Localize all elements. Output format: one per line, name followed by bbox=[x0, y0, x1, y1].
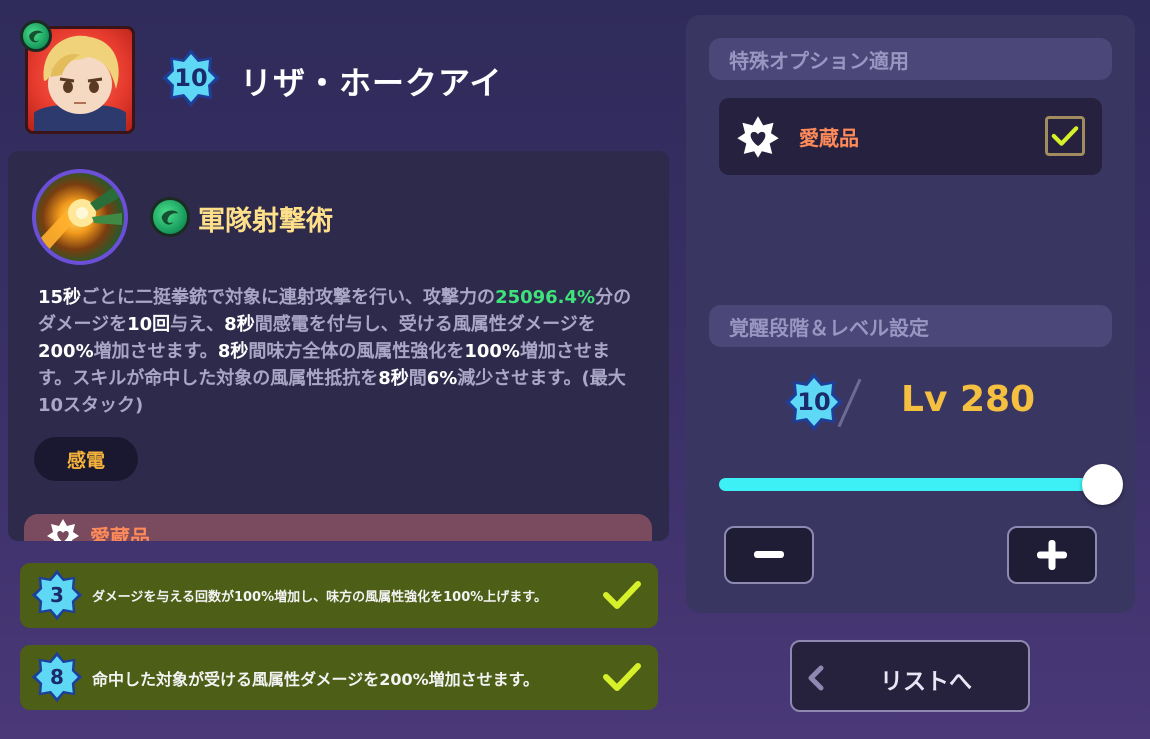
treasure-option-row[interactable]: 愛蔵品 bbox=[719, 98, 1102, 175]
bonus-text: 命中した対象が受ける風属性ダメージを200%増加させます。 bbox=[92, 669, 540, 689]
awaken-stage-badge[interactable]: 10 bbox=[783, 371, 845, 433]
character-name: リザ・ホークアイ bbox=[240, 64, 503, 102]
bonus-row: 8 命中した対象が受ける風属性ダメージを200%増加させます。 bbox=[20, 645, 658, 710]
bonus-row: 3 ダメージを与える回数が100%増加し、味方の風属性強化を100%上げます。 bbox=[20, 563, 658, 628]
status-tag[interactable]: 感電 bbox=[34, 437, 138, 481]
skill-icon[interactable] bbox=[32, 169, 128, 265]
settings-panel: 特殊オプション適用 愛蔵品 覚醒段階＆レベル設定 10 Lv 280 bbox=[686, 15, 1135, 613]
check-icon bbox=[602, 661, 642, 697]
bonus-text: ダメージを与える回数が100%増加し、味方の風属性強化を100%上げます。 bbox=[92, 590, 547, 605]
minus-icon bbox=[754, 551, 784, 558]
level-slider-track[interactable] bbox=[719, 478, 1102, 491]
chevron-left-icon bbox=[806, 664, 826, 696]
heart-star-icon bbox=[736, 115, 780, 163]
increase-level-button[interactable] bbox=[1007, 526, 1097, 584]
awaken-3-badge: 3 bbox=[30, 568, 84, 622]
wind-element-icon bbox=[20, 20, 52, 52]
treasure-section: 愛蔵品 bbox=[24, 514, 652, 541]
awaken-level-header: 覚醒段階＆レベル設定 bbox=[709, 305, 1112, 347]
awaken-8-badge: 8 bbox=[30, 650, 84, 704]
special-option-header: 特殊オプション適用 bbox=[709, 38, 1112, 80]
level-readout: Lv 280 bbox=[901, 379, 1036, 420]
treasure-checkbox[interactable] bbox=[1045, 116, 1085, 156]
back-to-list-label: リストへ bbox=[880, 669, 972, 695]
check-icon bbox=[602, 579, 642, 615]
skill-name: 軍隊射撃術 bbox=[198, 206, 333, 237]
skill-panel: 軍隊射撃術 15秒ごとに二挺拳銃で対象に連射攻撃を行い、攻撃力の25096.4%… bbox=[8, 151, 669, 541]
wind-element-icon bbox=[150, 197, 190, 237]
decrease-level-button[interactable] bbox=[724, 526, 814, 584]
plus-icon bbox=[1037, 540, 1067, 570]
treasure-option-label: 愛蔵品 bbox=[799, 126, 859, 150]
character-level-badge: 10 bbox=[160, 47, 222, 109]
heart-star-icon bbox=[46, 518, 80, 541]
skill-description: 15秒ごとに二挺拳銃で対象に連射攻撃を行い、攻撃力の25096.4%分のダメージ… bbox=[38, 287, 632, 416]
treasure-label: 愛蔵品 bbox=[90, 525, 150, 541]
check-icon bbox=[1051, 126, 1079, 146]
level-slider-thumb[interactable] bbox=[1081, 464, 1123, 505]
back-to-list-button[interactable]: リストへ bbox=[790, 640, 1030, 712]
